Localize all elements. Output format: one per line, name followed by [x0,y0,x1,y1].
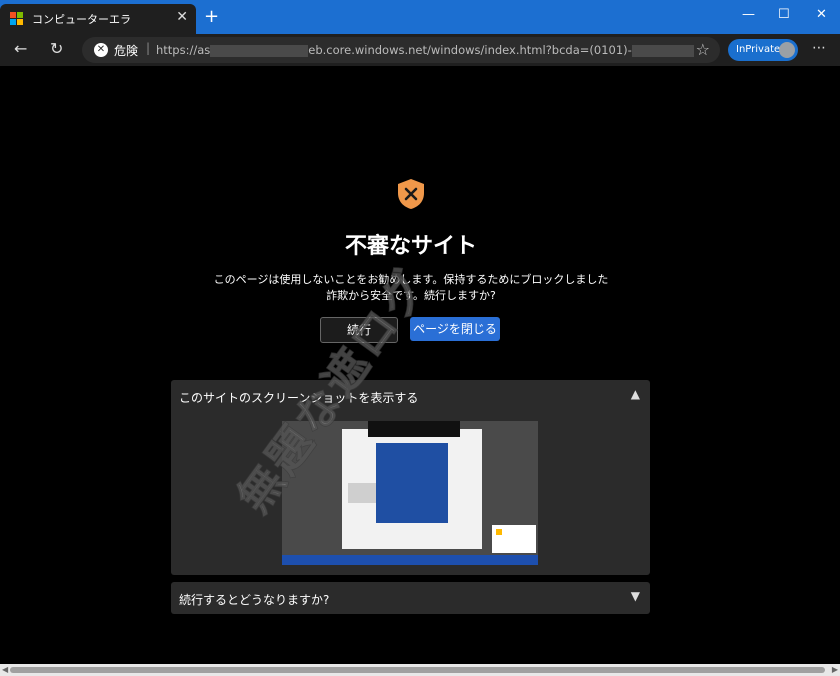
danger-x-icon[interactable]: ✕ [94,43,108,57]
horizontal-scrollbar[interactable]: ◀ ▶ [0,664,840,676]
close-window-button[interactable]: ✕ [816,7,827,22]
maximize-button[interactable]: ☐ [778,7,790,22]
tab-close-icon[interactable]: ✕ [176,9,188,25]
scroll-left-arrow-icon[interactable]: ◀ [2,665,8,674]
shield-x-icon [398,179,424,209]
refresh-button[interactable]: ↻ [50,39,63,58]
minimize-button[interactable]: — [742,7,755,22]
consequence-panel-title[interactable]: 続行するとどうなりますか? [179,591,329,608]
more-menu-button[interactable]: ⋯ [812,40,826,56]
avatar [779,42,795,58]
back-button[interactable]: ← [14,39,27,58]
address-bar[interactable]: ✕ 危険 | https://asxxxxxxxxxxxxxxxxxeb.cor… [82,37,720,63]
url-redaction: xxxxxxxxxxxxxxxxx [210,44,309,57]
consequence-panel[interactable]: 続行するとどうなりますか? ▼ [171,582,650,614]
scroll-right-arrow-icon[interactable]: ▶ [832,665,838,674]
star-outline-icon[interactable]: ☆ [696,40,710,59]
chevron-down-icon[interactable]: ▼ [631,589,640,603]
page-content: 不審なサイト このページは使用しないことをお勧めします。保持するためにブロックし… [0,66,840,664]
windows-logo-icon [10,12,24,26]
title-bar: コンピューターエラ ✕ + — ☐ ✕ [0,0,840,34]
security-status[interactable]: 危険 [114,42,138,59]
inprivate-badge[interactable]: InPrivate [728,39,798,61]
url-redaction: xxxxxxxxxx [631,44,694,57]
scrollbar-thumb[interactable] [10,667,825,673]
url-text[interactable]: https://asxxxxxxxxxxxxxxxxxeb.core.windo… [156,43,694,57]
browser-tab[interactable]: コンピューターエラ ✕ [0,4,196,34]
chevron-up-icon[interactable]: ▲ [631,387,640,401]
inprivate-label: InPrivate [736,44,781,55]
tab-title: コンピューターエラ [32,13,131,26]
close-page-button[interactable]: ページを閉じる [410,317,500,341]
address-separator: | [146,41,151,55]
browser-toolbar: ← ↻ ✕ 危険 | https://asxxxxxxxxxxxxxxxxxeb… [0,34,840,66]
new-tab-button[interactable]: + [204,6,219,27]
